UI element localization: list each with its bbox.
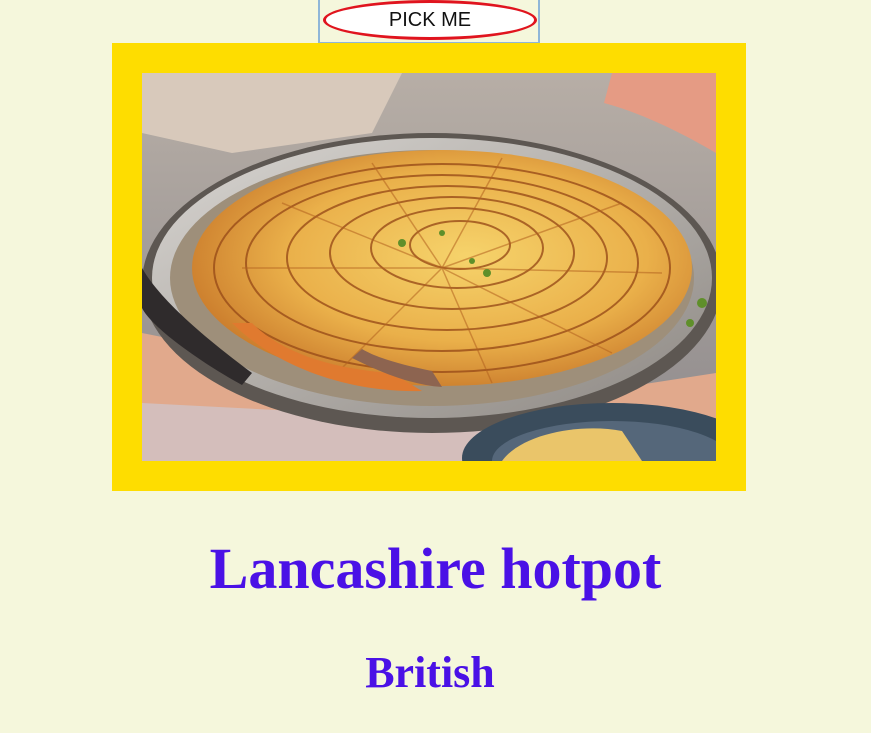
- recipe-title: Lancashire hotpot: [209, 536, 662, 601]
- recipe-page: PICK ME Lancashire hotpot British: [0, 0, 871, 733]
- recipe-cuisine: British: [365, 648, 495, 697]
- pick-button-container: PICK ME: [318, 0, 540, 44]
- recipe-image: [142, 73, 716, 461]
- recipe-image-frame: [112, 43, 746, 491]
- pick-me-button[interactable]: PICK ME: [323, 0, 537, 40]
